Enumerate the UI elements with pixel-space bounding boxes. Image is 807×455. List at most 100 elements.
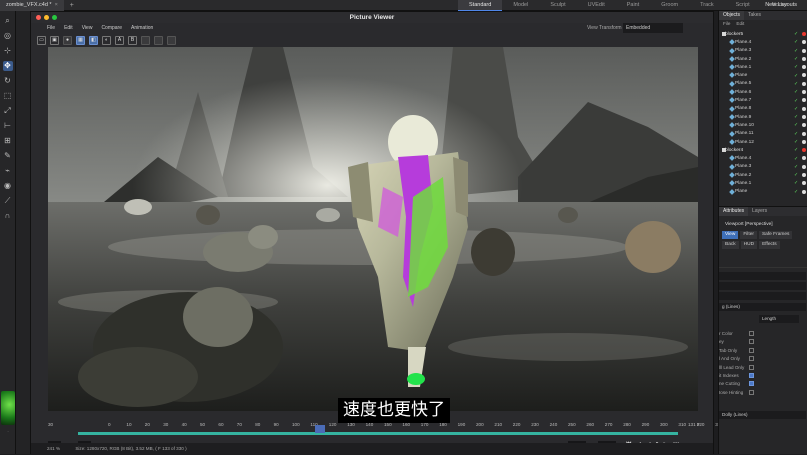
- contrast-icon[interactable]: ◐: [102, 35, 111, 45]
- object-group-row[interactable]: blocker4 ✓: [719, 146, 807, 154]
- snap-icon[interactable]: ⊞: [3, 136, 13, 146]
- property-checkbox[interactable]: [749, 389, 754, 395]
- tab-objects[interactable]: Objects: [719, 11, 744, 20]
- tag-icon[interactable]: [802, 48, 806, 53]
- attr-tab-safe-frames[interactable]: Safe Frames: [758, 231, 793, 239]
- object-row[interactable]: Plane.12 ✓: [719, 138, 807, 146]
- material-preview-icon[interactable]: [1, 391, 15, 425]
- object-row[interactable]: Plane ✓: [719, 71, 807, 79]
- tag-icon[interactable]: [802, 148, 806, 153]
- object-row[interactable]: Plane.1 ✓: [719, 179, 807, 187]
- visibility-check-icon[interactable]: ✓: [794, 81, 798, 87]
- object-row[interactable]: Plane.8 ✓: [719, 105, 807, 113]
- tag-icon[interactable]: [802, 98, 806, 103]
- save-icon[interactable]: ▣: [50, 35, 59, 45]
- layout-tab-track[interactable]: Track: [689, 0, 725, 11]
- property-checkbox[interactable]: [749, 331, 754, 336]
- layout-tab-groom[interactable]: Groom: [650, 0, 689, 11]
- tag-icon[interactable]: [802, 139, 806, 144]
- tag-icon[interactable]: [802, 40, 806, 45]
- property-checkbox[interactable]: [749, 356, 754, 362]
- visibility-check-icon[interactable]: ✓: [794, 114, 798, 120]
- scale-icon[interactable]: ⬚: [3, 91, 13, 101]
- layout-tab-script[interactable]: Script: [725, 0, 761, 11]
- property-checkbox[interactable]: [749, 373, 754, 378]
- layout-tab-uvedit[interactable]: UVEdit: [577, 0, 616, 11]
- object-row[interactable]: Plane.11 ✓: [719, 130, 807, 138]
- tag-icon[interactable]: [802, 164, 806, 169]
- object-row[interactable]: Plane.3 ✓: [719, 47, 807, 55]
- close-icon[interactable]: ×: [55, 2, 58, 8]
- visibility-check-icon[interactable]: ✓: [794, 147, 798, 153]
- object-row[interactable]: Plane.9 ✓: [719, 113, 807, 121]
- visibility-check-icon[interactable]: ✓: [794, 64, 798, 70]
- tool-icon-3[interactable]: [167, 35, 176, 45]
- attr-tab-hud[interactable]: HUD: [740, 241, 758, 249]
- menu-view[interactable]: View: [82, 25, 93, 31]
- timeline-range-bar[interactable]: [78, 432, 678, 435]
- new-layouts-button[interactable]: New Layouts: [765, 0, 797, 11]
- tag-icon[interactable]: [802, 56, 806, 61]
- object-row[interactable]: Plane.4 ✓: [719, 38, 807, 46]
- tool-icon-2[interactable]: [154, 35, 163, 45]
- menu-animation[interactable]: Animation: [131, 25, 153, 31]
- object-row[interactable]: Plane.3 ✓: [719, 163, 807, 171]
- visibility-check-icon[interactable]: ✓: [794, 122, 798, 128]
- tab-takes[interactable]: Takes: [744, 11, 765, 20]
- minimize-window-icon[interactable]: [44, 15, 49, 20]
- tab-attributes[interactable]: Attributes: [719, 207, 749, 216]
- tag-icon[interactable]: [802, 181, 806, 186]
- property-checkbox[interactable]: [749, 381, 754, 387]
- paint-icon[interactable]: ✎: [3, 151, 13, 161]
- object-row[interactable]: Plane.6 ✓: [719, 88, 807, 96]
- object-row[interactable]: Plane.4 ✓: [719, 154, 807, 162]
- tag-icon[interactable]: [802, 90, 806, 95]
- visibility-check-icon[interactable]: ✓: [794, 48, 798, 54]
- visibility-check-icon[interactable]: ✓: [794, 156, 798, 162]
- visibility-check-icon[interactable]: ✓: [794, 73, 798, 79]
- attr-tab-effects[interactable]: Effects: [759, 241, 780, 249]
- object-group-row[interactable]: blocker5 ✓: [719, 30, 807, 38]
- property-checkbox[interactable]: [749, 364, 754, 370]
- search-icon[interactable]: ⌕: [3, 16, 13, 26]
- attr-tab-filter[interactable]: Filter: [740, 231, 757, 239]
- visibility-check-icon[interactable]: ✓: [794, 31, 798, 37]
- tag-icon[interactable]: [802, 173, 806, 178]
- tag-icon[interactable]: [802, 81, 806, 86]
- tool-icon-1[interactable]: [141, 35, 150, 45]
- menu-compare[interactable]: Compare: [101, 25, 122, 31]
- axis-icon[interactable]: ⊢: [3, 121, 13, 131]
- tag-icon[interactable]: [802, 156, 806, 161]
- new-tab-plus-icon[interactable]: +: [70, 2, 74, 9]
- object-row[interactable]: Plane.2 ✓: [719, 55, 807, 63]
- channel-b-icon[interactable]: B: [128, 35, 137, 45]
- visibility-check-icon[interactable]: ✓: [794, 139, 798, 145]
- tag-icon[interactable]: [802, 32, 806, 36]
- tag-icon[interactable]: [802, 73, 806, 78]
- visibility-check-icon[interactable]: ✓: [794, 98, 798, 104]
- document-tab[interactable]: zombie_VFX.c4d * ×: [0, 0, 64, 11]
- attr-tab-view[interactable]: View: [722, 231, 739, 239]
- layout-tab-model[interactable]: Model: [502, 0, 539, 11]
- timeline-ruler[interactable]: 30 131 F 0102030405060708090100110120130…: [48, 422, 722, 432]
- objects-menu-file[interactable]: File: [723, 20, 730, 28]
- attribute-field-lines[interactable]: g (Lines): [719, 303, 806, 311]
- selection-icon[interactable]: ⊹: [3, 46, 13, 56]
- object-row[interactable]: Plane.7 ✓: [719, 96, 807, 104]
- live-selection-icon[interactable]: ◎: [3, 31, 13, 41]
- layout-tab-standard[interactable]: Standard: [458, 0, 503, 11]
- visibility-check-icon[interactable]: ✓: [794, 164, 798, 170]
- tag-icon[interactable]: [802, 131, 806, 136]
- magnet-icon[interactable]: ∩: [3, 211, 13, 221]
- object-row[interactable]: Plane.2 ✓: [719, 171, 807, 179]
- tab-layers[interactable]: Layers: [748, 207, 771, 216]
- menu-file[interactable]: File: [47, 25, 55, 31]
- view-mode-icon[interactable]: ▦: [76, 35, 85, 45]
- transform-icon[interactable]: ⤢: [3, 106, 13, 116]
- objects-menu-edit[interactable]: Edit: [736, 20, 744, 28]
- sculpt-icon[interactable]: ◉: [3, 181, 13, 191]
- object-row[interactable]: Plane.5 ✓: [719, 80, 807, 88]
- tag-icon[interactable]: [802, 189, 806, 194]
- tag-icon[interactable]: [802, 114, 806, 119]
- layout-tab-paint[interactable]: Paint: [616, 0, 651, 11]
